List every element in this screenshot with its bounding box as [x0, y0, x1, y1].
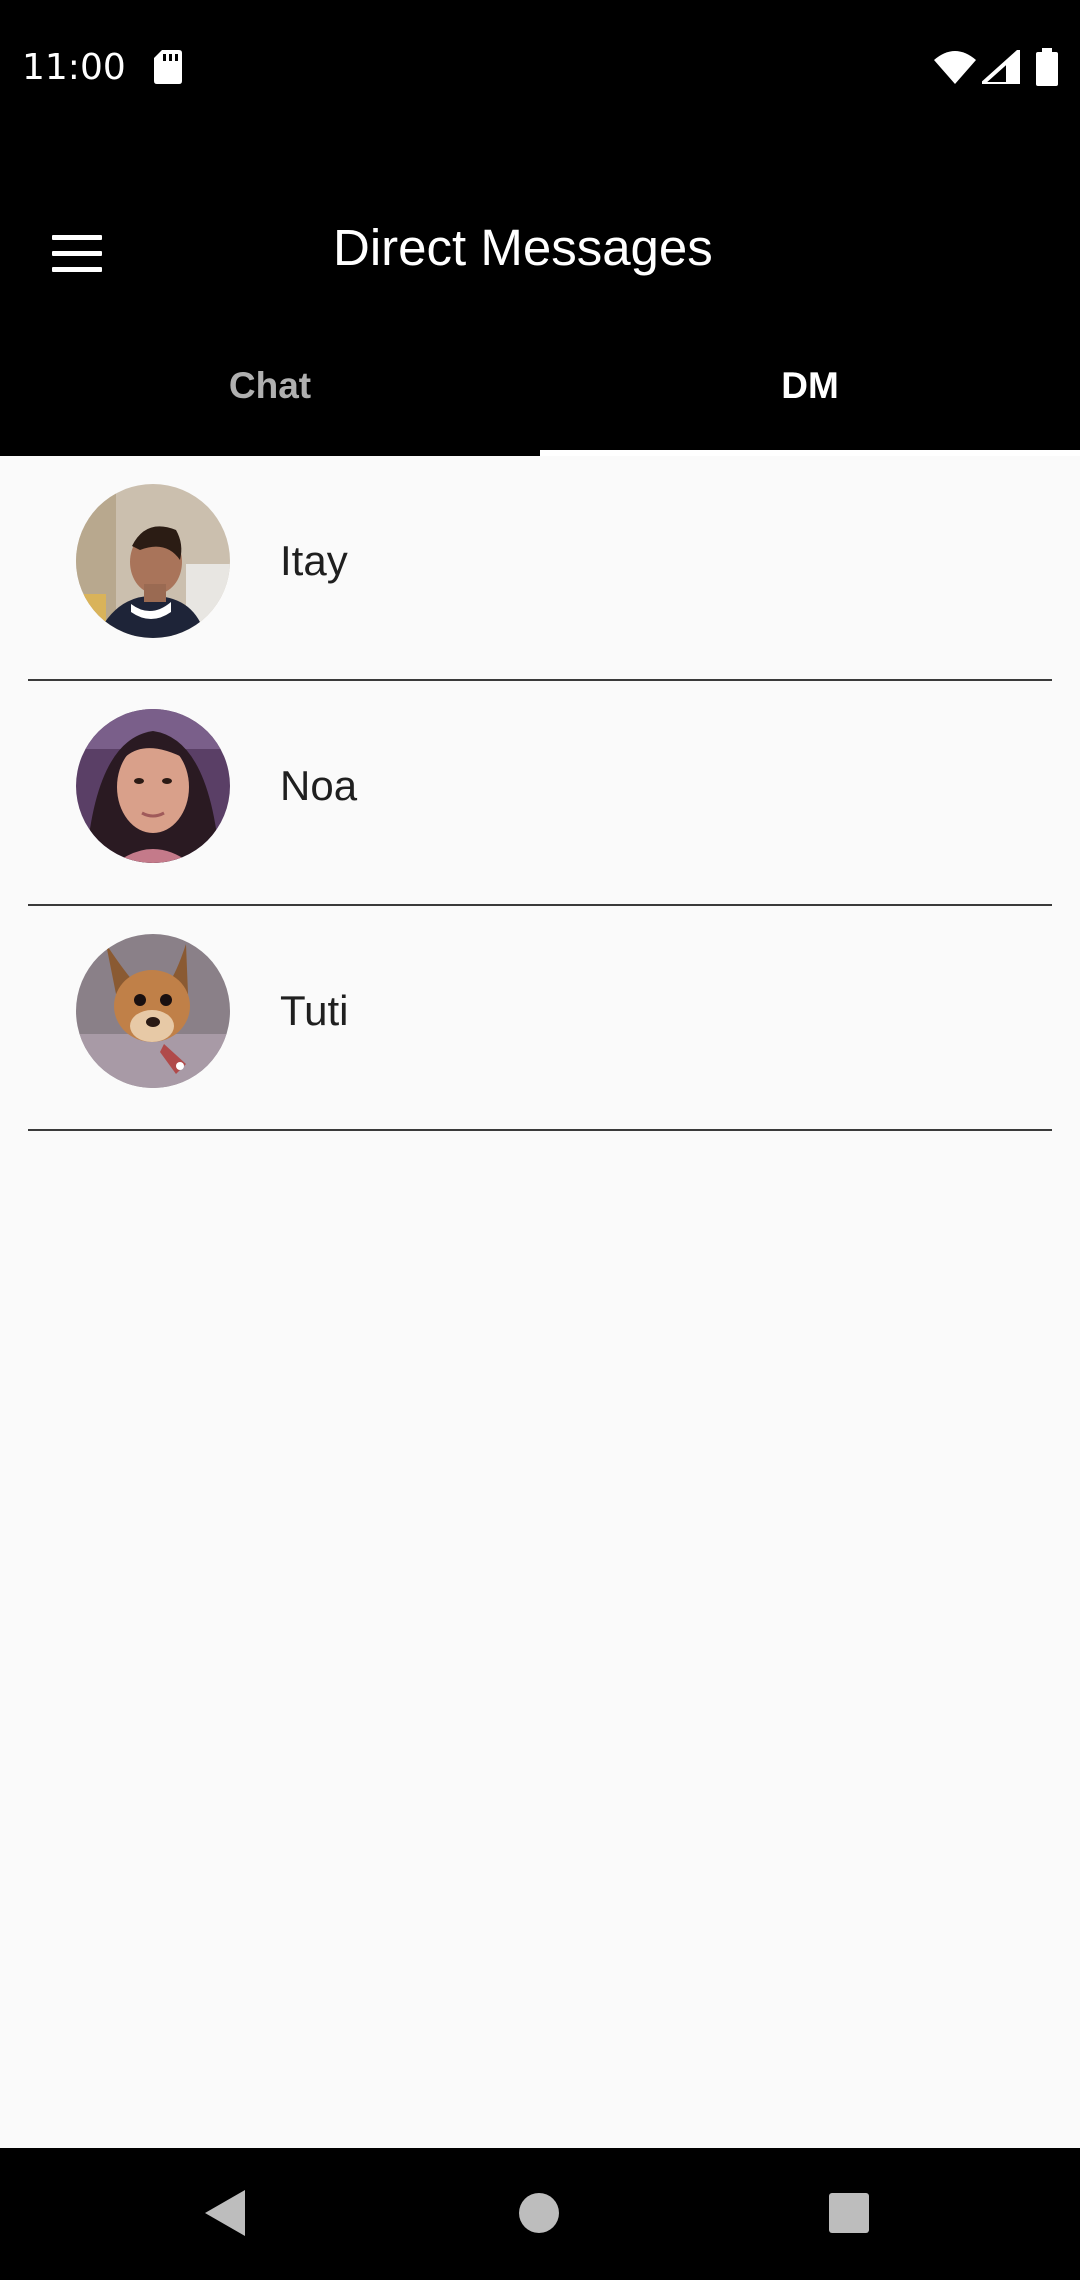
- tab-chat[interactable]: Chat: [0, 316, 540, 456]
- back-icon[interactable]: [205, 2190, 247, 2240]
- home-icon[interactable]: [518, 2192, 560, 2238]
- app-bar: Direct Messages: [0, 138, 1080, 316]
- tab-dm[interactable]: DM: [540, 316, 1080, 456]
- recents-icon[interactable]: [828, 2192, 870, 2238]
- dm-list-item[interactable]: Noa: [0, 681, 1080, 906]
- signal-icon: [976, 45, 1022, 88]
- dm-list: Itay Noa Tuti: [0, 456, 1080, 1131]
- contact-name: Itay: [280, 537, 348, 584]
- avatar: [76, 709, 230, 863]
- avatar: [76, 934, 230, 1088]
- wifi-icon: [934, 50, 976, 88]
- dm-list-item[interactable]: Itay: [0, 456, 1080, 681]
- tab-bar: Chat DM: [0, 316, 1080, 456]
- avatar: [76, 484, 230, 638]
- battery-icon: [1036, 48, 1058, 90]
- system-nav-bar: [0, 2148, 1080, 2280]
- hamburger-menu-icon: [52, 235, 102, 240]
- contact-name: Tuti: [280, 987, 349, 1034]
- sd-card-icon: [154, 50, 182, 88]
- divider: [28, 1129, 1052, 1131]
- contact-name: Noa: [280, 762, 358, 809]
- page-title: Direct Messages: [333, 219, 713, 276]
- status-time: 11:00: [22, 47, 126, 88]
- menu-button[interactable]: [40, 218, 116, 294]
- status-bar: 11:00: [0, 0, 1080, 138]
- dm-list-item[interactable]: Tuti: [0, 906, 1080, 1131]
